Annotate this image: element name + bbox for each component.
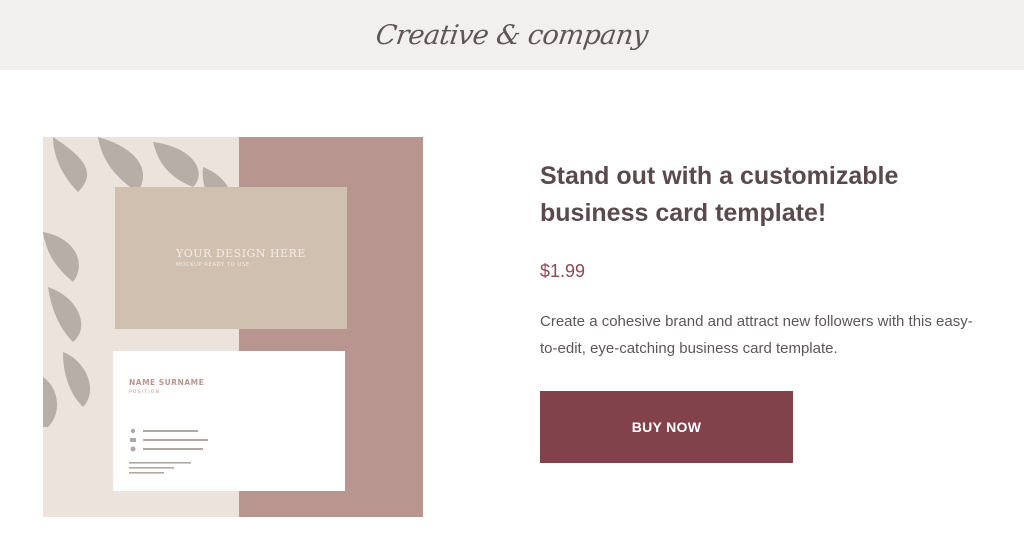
mockup-card-front-title: YOUR DESIGN HERE bbox=[175, 247, 306, 260]
business-card-mockup-image: YOUR DESIGN HERE MOCKUP READY TO USE NAM… bbox=[43, 137, 423, 517]
product-description: Create a cohesive brand and attract new … bbox=[540, 313, 973, 357]
site-logo[interactable]: Creative & company bbox=[374, 20, 650, 51]
mockup-card-back-position: POSITION bbox=[129, 389, 160, 395]
product-title: Stand out with a customizable business c… bbox=[540, 162, 899, 227]
mockup-card-back-name: NAME SURNAME bbox=[129, 378, 204, 387]
site-header: Creative & company bbox=[0, 0, 1024, 70]
mockup-card-back bbox=[113, 351, 345, 491]
buy-now-button[interactable]: BUY NOW bbox=[540, 391, 793, 463]
product-price: $1.99 bbox=[540, 261, 586, 281]
product-info: Stand out with a customizable business c… bbox=[540, 158, 980, 362]
product-image: YOUR DESIGN HERE MOCKUP READY TO USE NAM… bbox=[43, 137, 423, 517]
mockup-card-front-subtitle: MOCKUP READY TO USE bbox=[176, 262, 250, 268]
